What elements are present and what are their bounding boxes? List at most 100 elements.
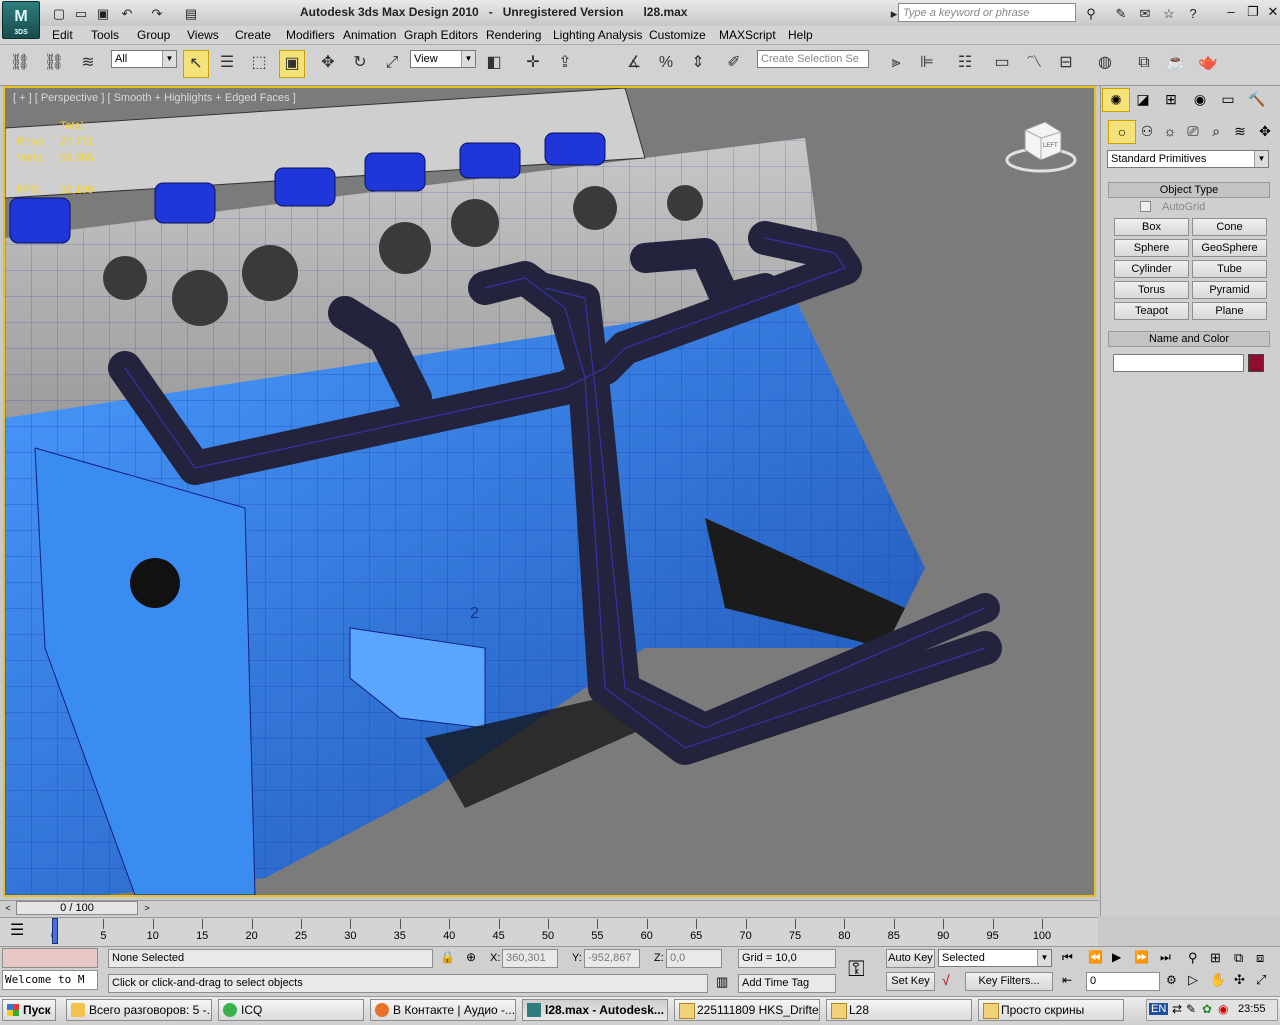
maxscript-mini-listener[interactable]: Welcome to M (2, 970, 98, 990)
menu-create[interactable]: Create (235, 28, 271, 43)
space-warps-category-icon[interactable]: ≋ (1227, 120, 1253, 142)
orbit-icon[interactable]: ✣ (1234, 972, 1245, 988)
menu-views[interactable]: Views (187, 28, 219, 43)
zoom-icon[interactable]: ⚲ (1188, 950, 1198, 966)
menu-maxscript[interactable]: MAXScript (719, 28, 776, 43)
maximize-viewport-icon[interactable]: ⤢ (1256, 972, 1266, 988)
zoom-extents-all-icon[interactable]: ⧈ (1256, 950, 1264, 966)
key-mode-dropdown[interactable]: Selected ▼ (938, 949, 1052, 967)
display-panel-tab[interactable]: ▭ (1215, 88, 1241, 110)
pivot-center-icon[interactable]: ◧ (482, 50, 506, 76)
taskbar-item[interactable]: В Контакте | Аудио -... (370, 999, 516, 1021)
percent-snap-icon[interactable]: % (654, 50, 678, 76)
auto-key-button[interactable]: Auto Key (886, 949, 935, 968)
absolute-mode-transform-icon[interactable]: ⊕ (466, 950, 476, 964)
teapot-button[interactable]: Teapot (1114, 302, 1189, 320)
antivirus-tray-icon[interactable]: ◉ (1218, 1002, 1228, 1016)
window-crossing-icon[interactable]: ▣ (279, 50, 305, 78)
taskbar-item[interactable]: Просто скрины (978, 999, 1124, 1021)
menu-modifiers[interactable]: Modifiers (286, 28, 335, 43)
curve-editor-icon[interactable]: 〽 (1022, 50, 1046, 76)
mirror-icon[interactable]: ⫸ (884, 50, 908, 76)
play-icon[interactable]: ▶ (1112, 950, 1121, 964)
layer-manager-icon[interactable]: ☷ (953, 50, 977, 76)
undo-icon[interactable]: ↶ (116, 3, 138, 24)
tube-button[interactable]: Tube (1192, 260, 1267, 278)
object-color-swatch[interactable] (1248, 354, 1264, 372)
mini-curve-editor-icon[interactable]: ☰ (10, 920, 24, 940)
unlink-icon[interactable]: ⛓ (42, 50, 66, 76)
torus-button[interactable]: Torus (1114, 281, 1189, 299)
network-tray-icon[interactable]: ⇄ (1172, 1002, 1182, 1016)
autogrid-checkbox[interactable] (1140, 201, 1151, 212)
menu-lighting-analysis[interactable]: Lighting Analysis (553, 28, 642, 43)
new-file-icon[interactable]: ▢ (48, 3, 70, 24)
next-frame-icon[interactable]: ⏩ (1134, 950, 1149, 964)
select-by-name-icon[interactable]: ☰ (215, 50, 239, 76)
maxscript-mini-listener-pink[interactable] (2, 948, 98, 968)
menu-tools[interactable]: Tools (91, 28, 119, 43)
subscription-icon[interactable]: ✉ (1134, 3, 1156, 24)
y-coord-field[interactable]: -952,867 (584, 949, 640, 968)
project-folder-icon[interactable]: ▤ (180, 3, 202, 24)
key-filters-button[interactable]: Key Filters... (965, 972, 1053, 991)
hierarchy-panel-tab[interactable]: ⊞ (1158, 88, 1184, 110)
time-slider-thumb[interactable]: 0 / 100 (16, 901, 138, 915)
utilities-panel-tab[interactable]: 🔨 (1244, 88, 1270, 110)
render-setup-icon[interactable]: ⧉ (1132, 50, 1156, 76)
object-name-input[interactable] (1113, 354, 1244, 372)
bind-to-space-warp-icon[interactable]: ≋ (76, 50, 100, 76)
primitive-type-dropdown[interactable]: Standard Primitives ▼ (1107, 150, 1269, 168)
perspective-viewport[interactable]: 2 [ + ] [ Perspective ] [ Smooth + Highl… (3, 86, 1096, 897)
default-tangent-icon[interactable]: √ (942, 972, 950, 988)
snaps-toggle-icon[interactable]: ⁳ (590, 50, 614, 76)
redo-icon[interactable]: ↷ (146, 3, 168, 24)
helpers-category-icon[interactable]: ⌕ (1203, 120, 1229, 142)
taskbar-item[interactable]: ICQ (218, 999, 364, 1021)
z-coord-field[interactable]: 0,0 (666, 949, 722, 968)
icq-tray-icon[interactable]: ✿ (1202, 1002, 1212, 1016)
restore-icon[interactable]: ❐ (1242, 3, 1264, 21)
time-slider-next-icon[interactable]: > (141, 901, 153, 915)
select-and-scale-icon[interactable]: ⤢ (380, 50, 404, 76)
close-icon[interactable]: ✕ (1262, 3, 1280, 21)
keyboard-shortcut-override-icon[interactable]: ⇪ (553, 50, 577, 76)
material-editor-icon[interactable]: ◍ (1093, 50, 1117, 76)
named-selection-set-input[interactable]: Create Selection Se (757, 50, 869, 68)
current-frame-field[interactable]: 0 (1086, 972, 1160, 991)
menu-edit[interactable]: Edit (52, 28, 73, 43)
taskbar-item-active[interactable]: l28.max - Autodesk... (522, 999, 668, 1021)
add-time-tag-button[interactable]: Add Time Tag (738, 974, 836, 993)
menu-customize[interactable]: Customize (649, 28, 706, 43)
box-button[interactable]: Box (1114, 218, 1189, 236)
time-configuration-icon[interactable]: ⚙ (1166, 973, 1177, 987)
set-key-icon[interactable]: ⚿ (848, 956, 865, 982)
go-to-end-icon[interactable]: ⏭ (1160, 950, 1171, 965)
spinner-snap-icon[interactable]: ⇕ (686, 50, 710, 76)
pan-view-icon[interactable]: ✋ (1210, 972, 1226, 988)
minimize-icon[interactable]: – (1220, 3, 1242, 21)
geosphere-button[interactable]: GeoSphere (1192, 239, 1267, 257)
select-and-manipulate-icon[interactable]: ✛ (521, 50, 545, 76)
app-logo-button[interactable]: M 3DS (2, 1, 40, 39)
motion-panel-tab[interactable]: ◉ (1187, 88, 1213, 110)
modify-panel-tab[interactable]: ◪ (1130, 88, 1156, 110)
reference-coordinate-dropdown[interactable]: View ▼ (410, 50, 476, 68)
taskbar-item[interactable]: 225111809 HKS_Drifter (674, 999, 820, 1021)
select-object-icon[interactable]: ↖ (183, 50, 209, 78)
viewport-label-menu[interactable]: [ + ] [ Perspective ] [ Smooth + Highlig… (13, 92, 296, 104)
time-slider-prev-icon[interactable]: < (2, 901, 14, 915)
angle-snap-icon[interactable]: ∡ (622, 50, 646, 76)
menu-graph-editors[interactable]: Graph Editors (404, 28, 478, 43)
align-icon[interactable]: ⊫ (915, 50, 939, 76)
taskbar-item[interactable]: L28 (826, 999, 972, 1021)
rendered-frame-window-icon[interactable]: ☕ (1164, 50, 1188, 76)
selection-lock-icon[interactable]: 🔒 (440, 950, 455, 964)
edit-named-selection-icon[interactable]: ✐ (722, 50, 746, 76)
geometry-category-icon[interactable]: ○ (1108, 120, 1136, 144)
favorites-star-icon[interactable]: ☆ (1158, 3, 1180, 24)
time-tag-icon[interactable]: ▥ (716, 974, 728, 990)
rectangular-selection-icon[interactable]: ⬚ (247, 50, 271, 76)
systems-category-icon[interactable]: ✥ (1252, 120, 1278, 142)
help-icon[interactable]: ? (1182, 3, 1204, 24)
